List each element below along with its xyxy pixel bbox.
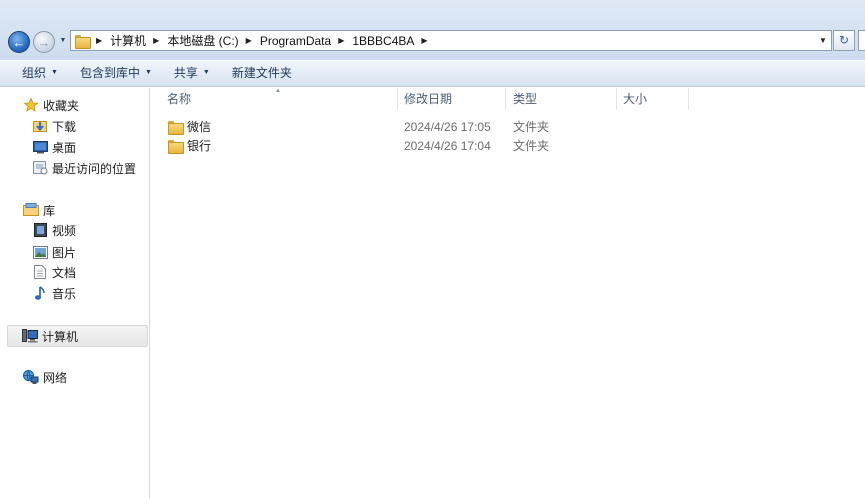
nav-label: 库 [43,203,56,218]
history-dropdown-icon[interactable]: ▼ [58,36,68,46]
file-type: 文件夹 [513,139,550,153]
organize-label: 组织 [22,66,47,80]
new-folder-button[interactable]: 新建文件夹 [226,62,298,84]
star-icon [23,97,39,113]
file-name: 银行 [187,139,212,153]
folder-icon [168,120,184,135]
back-arrow-icon: ← [12,34,26,50]
nav-label: 桌面 [52,140,77,155]
nav-item-desktop[interactable]: 桌面 [32,138,76,156]
breadcrumb-computer[interactable]: 计算机 [110,32,146,49]
breadcrumb-current-folder[interactable]: 1BBBC4BA [352,34,414,48]
refresh-button[interactable]: ↻ [833,30,855,51]
nav-label: 文档 [52,265,77,280]
file-row[interactable]: 微信 2024/4/26 17:05 文件夹 [158,117,738,136]
network-icon [23,369,39,385]
video-icon [32,222,48,238]
nav-item-documents[interactable]: 文档 [32,263,76,281]
breadcrumb-chevron-icon[interactable]: ▶ [246,36,252,45]
organize-button[interactable]: 组织 ▼ [16,62,64,84]
breadcrumb-chevron-icon[interactable]: ▶ [421,36,427,45]
nav-label: 视频 [52,223,77,238]
sort-ascending-icon: ▲ [275,88,281,94]
nav-label: 音乐 [52,286,77,301]
documents-icon [32,264,48,280]
chevron-down-icon: ▼ [144,69,152,76]
libraries-icon [23,202,39,218]
address-dropdown-icon[interactable]: ▼ [816,33,830,48]
folder-icon [168,139,184,154]
pictures-icon [32,244,48,260]
file-date: 2024/4/26 17:04 [404,138,491,153]
forward-button[interactable]: → [33,31,55,53]
chevron-down-icon: ▼ [202,69,210,76]
column-header-type[interactable]: 类型 [507,88,617,110]
breadcrumb-programdata[interactable]: ProgramData [260,34,331,48]
nav-label: 图片 [52,245,77,260]
nav-item-computer[interactable]: 计算机 [7,325,148,347]
nav-label: 计算机 [42,329,79,344]
nav-label: 收藏夹 [43,98,80,113]
share-label: 共享 [173,66,198,80]
address-area: ← → ▼ ▶ 计算机 ▶ 本地磁盘 (C:) ▶ ProgramData ▶ … [0,0,865,60]
nav-item-videos[interactable]: 视频 [32,221,76,239]
nav-label: 下载 [52,119,77,134]
breadcrumb-chevron-icon[interactable]: ▶ [96,36,102,45]
include-in-library-label: 包含到库中 [79,66,140,80]
breadcrumb-chevron-icon[interactable]: ▶ [153,36,159,45]
music-note-icon [32,285,48,301]
explorer-window: ← → ▼ ▶ 计算机 ▶ 本地磁盘 (C:) ▶ ProgramData ▶ … [0,0,865,499]
file-name-cell: 微信 [168,118,211,135]
file-date: 2024/4/26 17:05 [404,119,491,134]
nav-item-downloads[interactable]: 下载 [32,117,76,135]
back-button[interactable]: ← [8,31,30,53]
chevron-down-icon: ▼ [51,69,58,76]
nav-item-network[interactable]: 网络 [23,368,67,386]
desktop-icon [32,139,48,155]
address-bar[interactable]: ▶ 计算机 ▶ 本地磁盘 (C:) ▶ ProgramData ▶ 1BBBC4… [70,30,832,51]
search-input[interactable] [858,30,865,51]
column-header-size[interactable]: 大小 [617,88,689,110]
nav-item-libraries[interactable]: 库 [23,201,55,219]
breadcrumb-local-disk[interactable]: 本地磁盘 (C:) [167,32,238,49]
computer-icon [22,328,38,344]
file-row[interactable]: 银行 2024/4/26 17:04 文件夹 [158,136,738,155]
nav-label: 网络 [43,370,68,385]
folder-icon [75,34,91,49]
recent-places-icon [32,160,48,176]
command-toolbar: 组织 ▼ 包含到库中 ▼ 共享 ▼ 新建文件夹 [0,60,865,87]
new-folder-label: 新建文件夹 [231,66,292,80]
refresh-icon: ↻ [838,33,850,47]
navigation-pane: 收藏夹 下载 桌面 最近访问的位置 库 视频 图片 文档 音乐 计算机 网络 [0,88,150,499]
include-in-library-button[interactable]: 包含到库中 ▼ [74,62,158,84]
file-type: 文件夹 [513,120,550,134]
share-button[interactable]: 共享 ▼ [168,62,216,84]
breadcrumb-chevron-icon[interactable]: ▶ [338,36,344,45]
nav-item-pictures[interactable]: 图片 [32,243,76,261]
nav-label: 最近访问的位置 [52,161,137,176]
forward-arrow-icon: → [37,34,51,50]
file-name: 微信 [187,120,212,134]
downloads-folder-icon [32,118,48,134]
nav-item-recent-places[interactable]: 最近访问的位置 [32,159,136,177]
nav-item-music[interactable]: 音乐 [32,284,76,302]
nav-item-favorites[interactable]: 收藏夹 [23,96,79,114]
file-name-cell: 银行 [168,137,211,154]
column-header-row: 名称 ▲ 修改日期 类型 大小 [151,88,865,110]
column-header-date-modified[interactable]: 修改日期 [398,88,506,110]
